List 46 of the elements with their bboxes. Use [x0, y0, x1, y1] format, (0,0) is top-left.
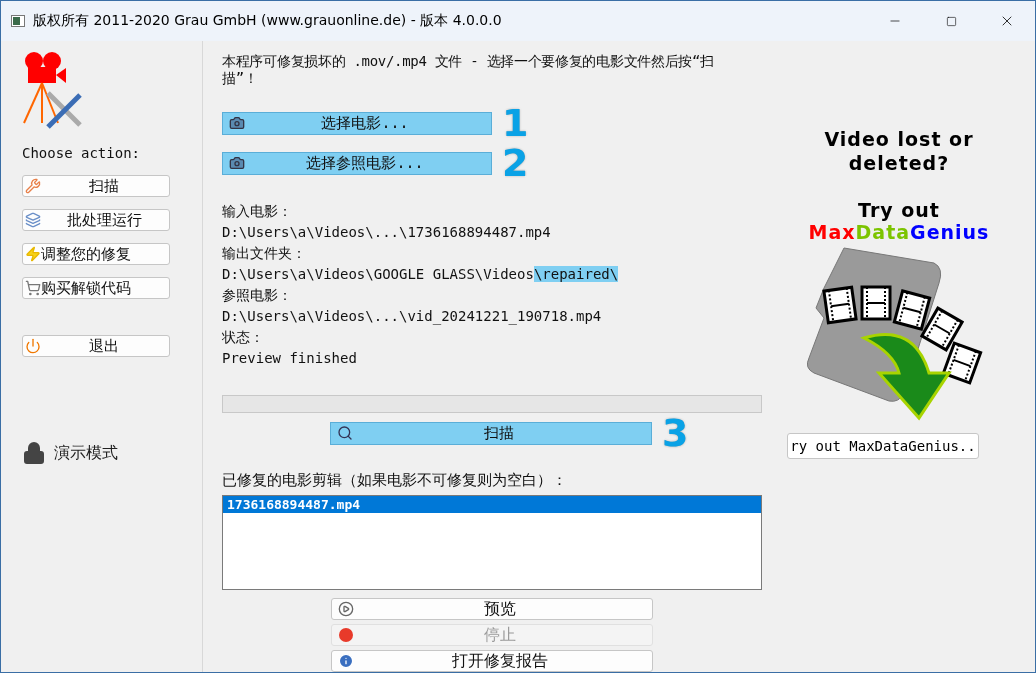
maximize-icon	[945, 15, 957, 27]
results-label: 已修复的电影剪辑（如果电影不可修复则为空白）：	[222, 471, 568, 491]
ad-try-text: Try out	[858, 199, 940, 221]
info-value: Preview finished	[222, 349, 358, 368]
action-button[interactable]: 扫描	[22, 175, 170, 197]
list-item[interactable]: 1736168894487.mp4	[223, 496, 761, 514]
info-value: D:\Users\a\Videos\...\vid_20241221_190718.mp4	[222, 307, 603, 327]
info-value: D:\Users\a\Videos\...\1736168894487.mp4	[222, 223, 552, 242]
info-icon	[338, 653, 354, 669]
step-number: 2	[502, 145, 529, 181]
action-button[interactable]: 调整您的修复	[22, 243, 170, 265]
info-label: 输入电影：	[222, 202, 293, 221]
select-movie-button[interactable]: 选择参照电影...	[222, 151, 492, 175]
lightning-icon	[25, 246, 41, 262]
action-button[interactable]: 批处理运行	[22, 209, 170, 231]
intro-text: 本程序可修复损坏的 .mov/.mp4 文件 - 选择一个要修复的电影文件然后按“扫描”！	[222, 53, 715, 87]
info-label: 参照电影：	[222, 286, 293, 305]
stop-icon	[338, 627, 354, 643]
select-movie-button[interactable]: 选择电影...	[222, 111, 492, 135]
app-icon	[11, 15, 25, 27]
info-label: 状态：	[222, 328, 265, 347]
stack-icon	[25, 212, 41, 228]
power-icon	[25, 338, 41, 354]
try-out-button[interactable]: ry out MaxDataGenius..	[787, 433, 979, 459]
results-list[interactable]: 1736168894487.mp4	[222, 495, 762, 590]
choose-action-label: Choose action:	[22, 145, 141, 161]
demo-mode-label: 演示模式	[54, 442, 118, 464]
cart-icon	[25, 280, 41, 296]
ad-headline: Video lost or deleted?	[823, 127, 975, 175]
step-number: 3	[662, 415, 689, 452]
info-label: 输出文件夹：	[222, 244, 307, 263]
window-title: 版权所有 2011-2020 Grau GmbH (www.grauonline.de) - 版本 4.0.0.0	[33, 12, 503, 30]
scan-button[interactable]: 扫描	[330, 421, 652, 445]
action-button[interactable]: 预览	[331, 598, 653, 620]
action-button[interactable]: 打开修复报告	[331, 650, 653, 672]
camera-icon	[229, 155, 245, 171]
camera-icon	[229, 115, 245, 131]
search-icon	[337, 425, 353, 442]
exit-button[interactable]: 退出	[22, 335, 170, 357]
brand-name: MaxDataGenius	[808, 221, 990, 243]
play-icon	[338, 601, 354, 617]
info-value: D:\Users\a\Videos\GOOGLE GLASS\Videos\repaired\	[222, 265, 620, 284]
action-button[interactable]: 购买解锁代码	[22, 277, 170, 299]
wrench-icon	[25, 178, 41, 194]
step-number: 1	[502, 105, 529, 141]
lock-icon	[22, 441, 46, 465]
